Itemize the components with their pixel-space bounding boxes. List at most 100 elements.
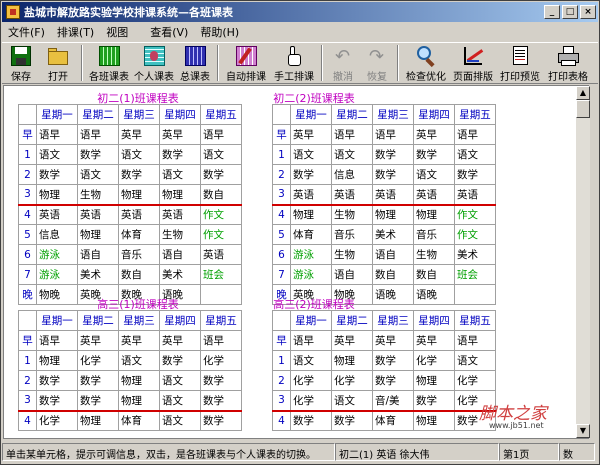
schedule-cell[interactable]: 语自 xyxy=(331,264,373,285)
schedule-cell[interactable]: 语自 xyxy=(159,244,201,265)
schedule-view[interactable]: 初二(1)班课程表 星期一 星期二 星期三 星期四 星期五早语早 语早 英早 英早 语早 1 语文 数学… xyxy=(3,85,589,439)
schedule-cell[interactable]: 语文 xyxy=(159,390,201,412)
schedule-cell[interactable]: 语文 xyxy=(290,144,332,165)
schedule-cell[interactable]: 体育 xyxy=(372,410,414,431)
schedule-cell[interactable]: 语早 xyxy=(200,330,242,351)
schedule-cell[interactable]: 数学 xyxy=(77,144,119,165)
schedule-cell[interactable]: 数学 xyxy=(372,144,414,165)
schedule-cell[interactable]: 美术 xyxy=(159,264,201,285)
schedule-cell[interactable]: 数学 xyxy=(159,144,201,165)
schedule-cell[interactable]: 语文 xyxy=(454,350,496,371)
menu-help[interactable]: 帮助(H) xyxy=(194,24,245,40)
schedule-cell[interactable]: 班会 xyxy=(454,264,496,285)
schedule-cell[interactable]: 语文 xyxy=(331,390,373,412)
schedule-cell[interactable]: 物理 xyxy=(77,410,119,431)
schedule-cell[interactable]: 音乐 xyxy=(331,224,373,245)
schedule-cell[interactable]: 作文 xyxy=(200,224,242,245)
schedule-cell[interactable]: 语早 xyxy=(372,124,414,145)
scroll-down-icon[interactable]: ▼ xyxy=(576,424,590,438)
schedule-cell[interactable]: 语早 xyxy=(454,330,496,351)
schedule-cell[interactable]: 作文 xyxy=(454,224,496,245)
schedule-cell[interactable]: 物理 xyxy=(413,370,455,391)
schedule-cell[interactable]: 数学 xyxy=(413,390,455,412)
schedule-cell[interactable]: 物理 xyxy=(159,184,201,206)
schedule-cell[interactable]: 游泳 xyxy=(290,264,332,285)
schedule-cell[interactable]: 生物 xyxy=(331,244,373,265)
schedule-cell[interactable]: 物理 xyxy=(413,204,455,225)
schedule-cell[interactable]: 英语 xyxy=(77,204,119,225)
schedule-cell[interactable]: 音乐 xyxy=(118,244,160,265)
schedule-cell[interactable]: 数自 xyxy=(118,264,160,285)
vertical-scrollbar[interactable]: ▲ ▼ xyxy=(576,86,590,438)
schedule-cell[interactable]: 数学 xyxy=(36,164,78,185)
schedule-cell[interactable]: 信息 xyxy=(36,224,78,245)
schedule-cell[interactable]: 语文 xyxy=(77,164,119,185)
schedule-cell[interactable]: 语文 xyxy=(118,144,160,165)
toolbar-button-print[interactable]: 打印表格 xyxy=(544,43,592,83)
schedule-cell[interactable]: 英早 xyxy=(413,330,455,351)
menu-schedule[interactable]: 排课(T) xyxy=(51,24,100,40)
schedule-cell[interactable]: 物理 xyxy=(331,350,373,371)
schedule-cell[interactable]: 生物 xyxy=(331,204,373,225)
toolbar-button-class-grid[interactable]: 各班课表 xyxy=(86,43,132,83)
schedule-cell[interactable]: 数自 xyxy=(200,184,242,206)
schedule-cell[interactable]: 信息 xyxy=(331,164,373,185)
schedule-cell[interactable]: 英早 xyxy=(372,330,414,351)
schedule-cell[interactable]: 作文 xyxy=(200,204,242,225)
schedule-cell[interactable]: 语早 xyxy=(77,124,119,145)
schedule-cell[interactable]: 数学 xyxy=(36,390,78,412)
schedule-cell[interactable]: 数学 xyxy=(290,164,332,185)
schedule-cell[interactable]: 音/美 xyxy=(372,390,414,412)
schedule-cell[interactable]: 游泳 xyxy=(290,244,332,265)
menu-view[interactable]: 视图 xyxy=(100,24,134,40)
schedule-cell[interactable]: 化学 xyxy=(77,350,119,371)
schedule-cell[interactable]: 物理 xyxy=(118,370,160,391)
toolbar-button-hand-pointer[interactable]: 手工排课 xyxy=(270,43,318,83)
schedule-cell[interactable]: 数学 xyxy=(118,164,160,185)
schedule-cell[interactable]: 数学 xyxy=(159,350,201,371)
schedule-cell[interactable]: 美术 xyxy=(454,244,496,265)
schedule-cell[interactable]: 数学 xyxy=(36,370,78,391)
schedule-cell[interactable]: 英早 xyxy=(118,330,160,351)
schedule-cell[interactable]: 物理 xyxy=(118,390,160,412)
schedule-cell[interactable]: 数学 xyxy=(200,164,242,185)
schedule-cell[interactable]: 语早 xyxy=(331,124,373,145)
schedule-cell[interactable]: 数学 xyxy=(454,164,496,185)
maximize-button[interactable]: □ xyxy=(562,5,578,19)
schedule-cell[interactable]: 物理 xyxy=(372,204,414,225)
schedule-cell[interactable]: 美术 xyxy=(372,224,414,245)
schedule-cell[interactable]: 英语 xyxy=(159,204,201,225)
schedule-cell[interactable]: 数学 xyxy=(372,370,414,391)
schedule-cell[interactable]: 生物 xyxy=(77,184,119,206)
schedule-cell[interactable]: 英早 xyxy=(290,124,332,145)
schedule-cell[interactable]: 数学 xyxy=(200,390,242,412)
schedule-cell[interactable]: 数学 xyxy=(413,144,455,165)
schedule-cell[interactable]: 语早 xyxy=(290,330,332,351)
schedule-cell[interactable]: 英早 xyxy=(413,124,455,145)
schedule-cell[interactable]: 数学 xyxy=(77,390,119,412)
schedule-cell[interactable]: 语早 xyxy=(200,124,242,145)
schedule-cell[interactable]: 语早 xyxy=(36,124,78,145)
schedule-cell[interactable]: 英早 xyxy=(159,330,201,351)
schedule-cell[interactable]: 英早 xyxy=(77,330,119,351)
schedule-cell[interactable]: 语文 xyxy=(454,144,496,165)
schedule-cell[interactable]: 化学 xyxy=(413,350,455,371)
schedule-cell[interactable]: 物理 xyxy=(36,350,78,371)
close-button[interactable]: × xyxy=(580,5,596,19)
schedule-cell[interactable]: 英语 xyxy=(118,204,160,225)
schedule-cell[interactable]: 语自 xyxy=(77,244,119,265)
schedule-cell[interactable]: 体育 xyxy=(118,410,160,431)
schedule-cell[interactable]: 物理 xyxy=(118,184,160,206)
schedule-cell[interactable]: 数学 xyxy=(372,164,414,185)
schedule-cell[interactable]: 语文 xyxy=(331,144,373,165)
schedule-cell[interactable]: 游泳 xyxy=(36,244,78,265)
schedule-cell[interactable]: 语文 xyxy=(413,164,455,185)
menu-inspect[interactable]: 查看(V) xyxy=(144,24,194,40)
schedule-cell[interactable]: 语早 xyxy=(36,330,78,351)
schedule-cell[interactable]: 数学 xyxy=(372,350,414,371)
schedule-cell[interactable]: 语文 xyxy=(200,144,242,165)
title-bar[interactable]: 盐城市解放路实验学校排课系统—各班课表 _ □ × xyxy=(2,2,598,22)
schedule-cell[interactable]: 化学 xyxy=(36,410,78,431)
schedule-cell[interactable]: 语自 xyxy=(372,244,414,265)
schedule-cell[interactable]: 数学 xyxy=(77,370,119,391)
